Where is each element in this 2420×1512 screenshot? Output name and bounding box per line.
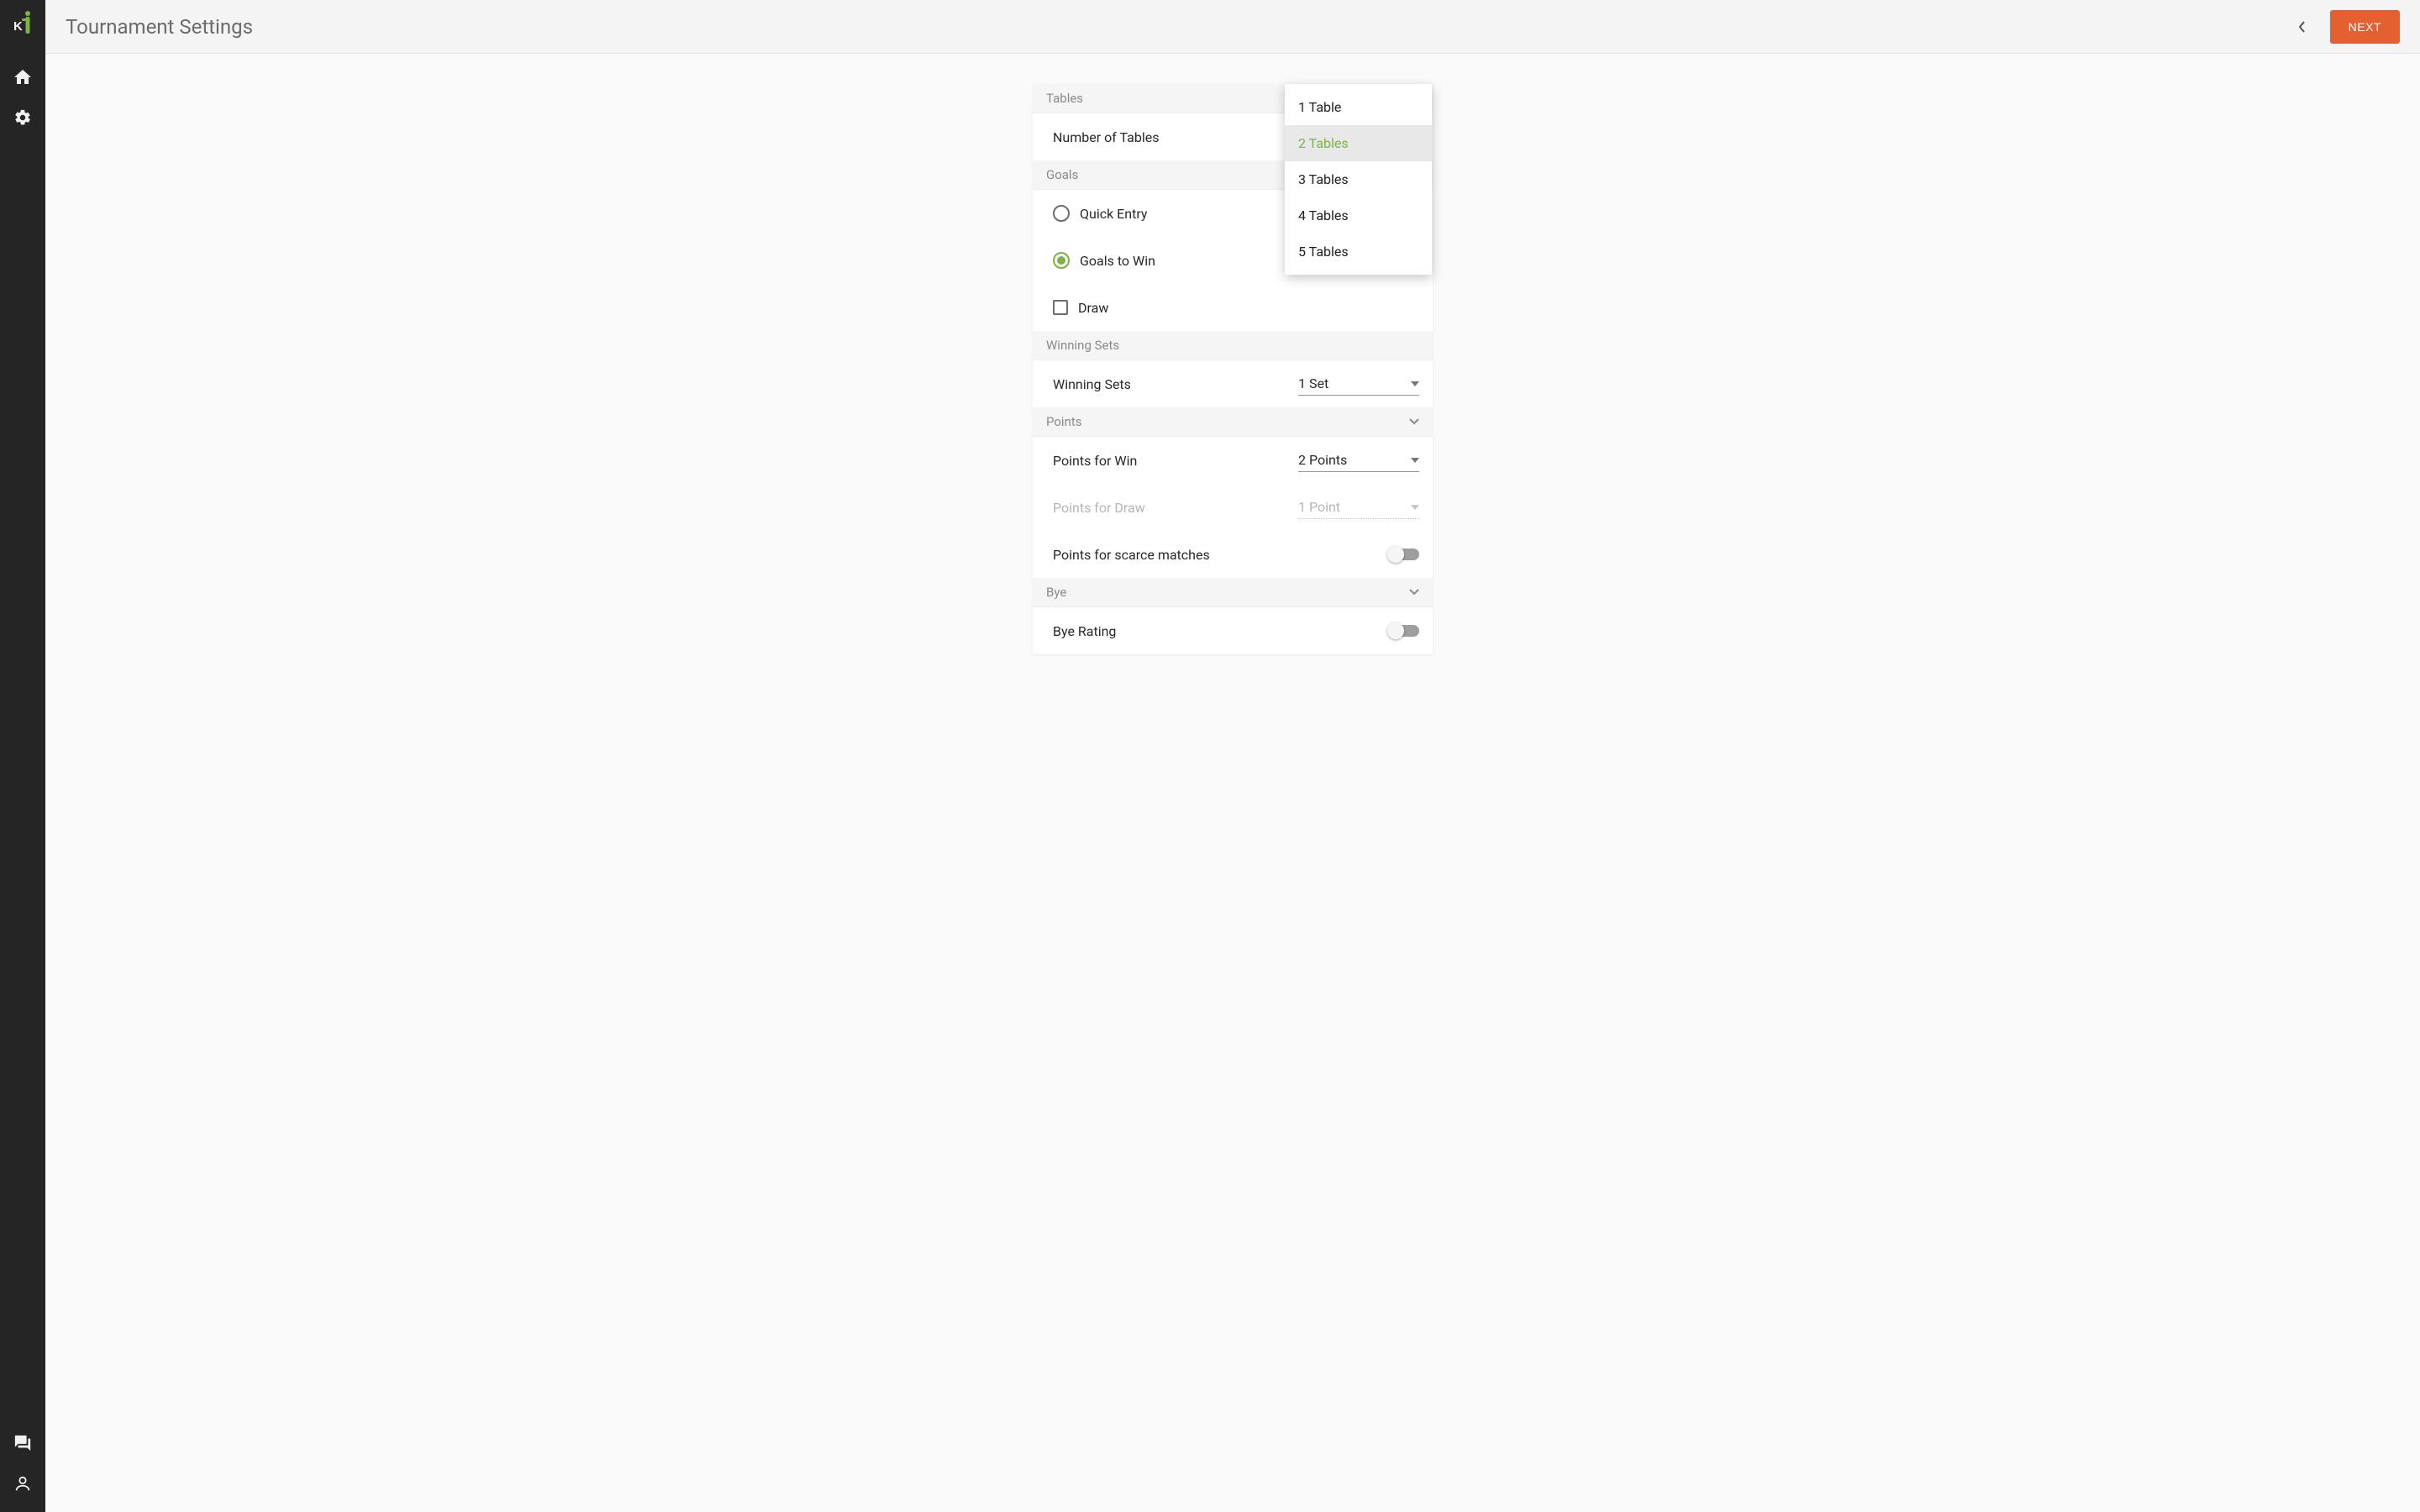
select-value: 1 Set: [1298, 375, 1328, 391]
section-header-bye[interactable]: Bye: [1033, 578, 1433, 607]
radio-icon: [1053, 205, 1070, 222]
chat-icon[interactable]: [13, 1433, 33, 1453]
section-title: Bye: [1046, 585, 1066, 600]
section-title: Goals: [1046, 167, 1078, 182]
person-icon[interactable]: [13, 1473, 33, 1494]
points-for-draw-label: Points for Draw: [1053, 500, 1145, 516]
chevron-down-icon: [1409, 418, 1419, 425]
dropdown-option-1-table[interactable]: 1 Table: [1285, 89, 1432, 125]
points-for-win-row: Points for Win 2 Points: [1033, 437, 1433, 484]
chevron-down-icon: [1411, 458, 1419, 463]
tables-dropdown-menu: 1 Table 2 Tables 3 Tables 4 Tables 5 Tab…: [1285, 84, 1432, 275]
chevron-down-icon: [1411, 381, 1419, 386]
number-of-tables-label: Number of Tables: [1053, 129, 1159, 145]
page-title: Tournament Settings: [66, 15, 253, 39]
home-icon[interactable]: [13, 67, 33, 87]
section-header-winning-sets: Winning Sets: [1033, 331, 1433, 360]
svg-text:K: K: [13, 19, 23, 34]
dropdown-option-5-tables[interactable]: 5 Tables: [1285, 234, 1432, 270]
dropdown-option-3-tables[interactable]: 3 Tables: [1285, 161, 1432, 197]
chevron-down-icon: [1409, 589, 1419, 596]
section-header-points[interactable]: Points: [1033, 407, 1433, 437]
section-title: Tables: [1046, 91, 1083, 106]
chevron-down-icon: [1411, 505, 1419, 510]
draw-label: Draw: [1078, 300, 1108, 316]
points-for-draw-row: Points for Draw 1 Point: [1033, 484, 1433, 531]
winning-sets-select[interactable]: 1 Set: [1298, 372, 1419, 396]
section-title: Winning Sets: [1046, 338, 1119, 353]
gear-icon[interactable]: [13, 108, 33, 128]
select-value: 1 Point: [1298, 499, 1340, 515]
points-for-win-select[interactable]: 2 Points: [1298, 449, 1419, 472]
points-for-scarce-row: Points for scarce matches: [1033, 531, 1433, 578]
quick-entry-label: Quick Entry: [1080, 206, 1147, 222]
winning-sets-label: Winning Sets: [1053, 376, 1131, 392]
bye-rating-toggle[interactable]: [1389, 625, 1419, 637]
points-for-draw-select: 1 Point: [1298, 496, 1419, 519]
section-title: Points: [1046, 414, 1082, 429]
points-for-win-label: Points for Win: [1053, 453, 1137, 469]
back-button[interactable]: [2288, 13, 2315, 40]
content: Tables Number of Tables 2 Tables Goals: [45, 54, 2420, 1512]
winning-sets-row: Winning Sets 1 Set: [1033, 360, 1433, 407]
next-button[interactable]: NEXT: [2330, 10, 2400, 44]
radio-checked-icon: [1053, 252, 1070, 269]
scarce-toggle[interactable]: [1389, 549, 1419, 560]
bye-rating-label: Bye Rating: [1053, 623, 1116, 639]
dropdown-option-2-tables[interactable]: 2 Tables: [1285, 125, 1432, 161]
checkbox-icon: [1053, 300, 1068, 315]
dropdown-option-4-tables[interactable]: 4 Tables: [1285, 197, 1432, 234]
select-value: 2 Points: [1298, 452, 1347, 468]
goals-to-win-label: Goals to Win: [1080, 253, 1155, 269]
topbar: Tournament Settings NEXT: [45, 0, 2420, 54]
sidebar: K: [0, 0, 45, 1512]
draw-row[interactable]: Draw: [1033, 284, 1433, 331]
app-logo: K: [12, 10, 34, 35]
bye-rating-row: Bye Rating: [1033, 607, 1433, 654]
points-for-scarce-label: Points for scarce matches: [1053, 547, 1210, 563]
